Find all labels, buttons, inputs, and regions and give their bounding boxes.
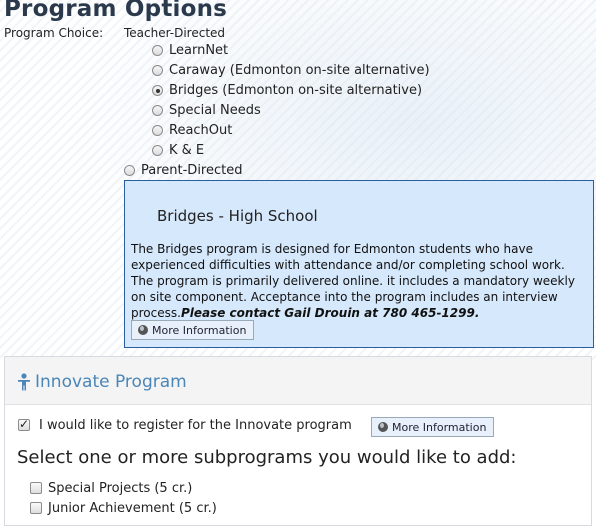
more-information-label: More Information: [152, 323, 247, 337]
innovate-more-information-button[interactable]: More Information: [371, 417, 495, 437]
innovate-panel-title: Innovate Program: [35, 372, 187, 392]
radio-special-needs[interactable]: [152, 105, 163, 116]
subprogram-label-special-projects: Special Projects (5 cr.): [48, 481, 193, 496]
option-label-caraway: Caraway (Edmonton on-site alternative): [169, 63, 430, 78]
radio-k-and-e[interactable]: [152, 145, 163, 156]
subprogram-label-junior-achievement: Junior Achievement (5 cr.): [48, 501, 217, 516]
option-label-learnnet: LearnNet: [169, 43, 229, 58]
option-label-parent-directed: Parent-Directed: [141, 163, 243, 178]
program-info-box: Bridges - High School The Bridges progra…: [124, 180, 594, 348]
info-box-description: The Bridges program is designed for Edmo…: [131, 241, 589, 321]
teacher-directed-label: Teacher-Directed: [124, 26, 226, 40]
subprogram-checkbox-special-projects[interactable]: [30, 482, 42, 494]
innovate-more-information-label: More Information: [392, 420, 487, 434]
register-innovate-checkbox[interactable]: [18, 417, 30, 431]
page-title: Program Options: [4, 0, 228, 22]
innovate-panel-header: Innovate Program: [5, 357, 591, 405]
option-label-bridges: Bridges (Edmonton on-site alternative): [169, 83, 423, 98]
option-label-k-and-e: K & E: [169, 143, 205, 158]
subprogram-checkbox-junior-achievement[interactable]: [30, 502, 42, 514]
register-innovate-label: I would like to register for the Innovat…: [39, 418, 352, 433]
info-box-contact: Please contact Gail Drouin at 780 465-12…: [180, 306, 480, 320]
radio-learnnet[interactable]: [152, 45, 163, 56]
info-box-title: Bridges - High School: [157, 207, 318, 225]
program-choice-label: Program Choice:: [4, 26, 104, 40]
innovate-panel: Innovate Program I would like to registe…: [4, 356, 592, 526]
option-label-reachout: ReachOut: [169, 123, 233, 138]
radio-reachout[interactable]: [152, 125, 163, 136]
globe-icon: [378, 422, 388, 432]
radio-caraway[interactable]: [152, 65, 163, 76]
radio-parent-directed[interactable]: [124, 165, 135, 176]
globe-icon: [138, 325, 148, 335]
option-label-special-needs: Special Needs: [169, 103, 261, 118]
more-information-button[interactable]: More Information: [131, 320, 255, 340]
person-icon: [18, 373, 30, 391]
subprograms-heading: Select one or more subprograms you would…: [17, 447, 517, 468]
radio-bridges[interactable]: [152, 85, 163, 96]
